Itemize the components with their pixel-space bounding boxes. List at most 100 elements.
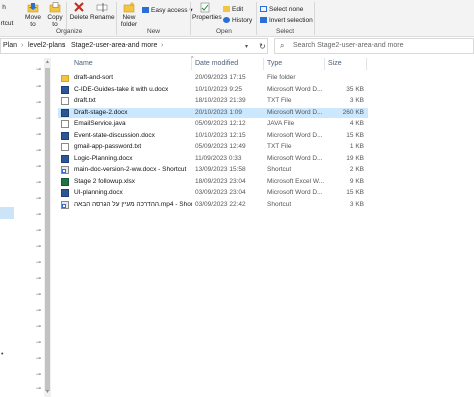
file-type: File folder [267, 74, 296, 81]
pin-icon[interactable]: ⊸ [36, 132, 42, 138]
new-folder-button[interactable]: New folder [118, 2, 140, 28]
pin-icon[interactable]: ⊸ [36, 276, 42, 282]
scrollbar-thumb[interactable] [45, 68, 50, 391]
file-row[interactable]: UI-planning.docx 03/09/2023 23:04 Micros… [58, 188, 368, 199]
chevron-right-icon[interactable]: › [21, 42, 23, 49]
search-icon: ⌕ [280, 41, 285, 50]
select-none-label: Select none [269, 6, 304, 13]
copy-to-label: Copy to [47, 14, 63, 28]
cut-label: h [2, 4, 6, 11]
file-type: JAVA File [267, 120, 295, 127]
invert-selection-label: Invert selection [269, 17, 313, 24]
copy-shortcut-button[interactable]: rtcut [0, 20, 16, 27]
chevron-right-icon[interactable]: › [161, 42, 163, 49]
breadcrumb-plan[interactable]: Plan [3, 42, 17, 49]
file-name: ההדרכה מעיין על הגרסה הבאה.mp4 - Shor... [74, 200, 192, 208]
pin-icon[interactable]: ⊸ [36, 228, 42, 234]
properties-button[interactable]: Properties [192, 2, 222, 21]
pin-icon[interactable]: ⊸ [36, 260, 42, 266]
new-folder-icon [123, 2, 135, 13]
column-divider[interactable] [366, 58, 367, 70]
file-type: Microsoft Excel W... [267, 177, 325, 185]
file-row[interactable]: main-doc-version-2-ww.docx - Shortcut 13… [58, 165, 368, 176]
pin-icon[interactable]: ⊸ [36, 116, 42, 122]
file-row[interactable]: ההדרכה מעיין על הגרסה הבאה.mp4 - Shor...… [58, 200, 368, 211]
file-size: 9 KB [349, 177, 364, 185]
column-header-type[interactable]: Type [267, 60, 282, 67]
file-name: Draft-stage-2.docx [74, 108, 128, 116]
delete-button[interactable]: Delete [68, 2, 90, 21]
pin-icon[interactable]: ⊸ [36, 356, 42, 362]
column-header-date[interactable]: Date modified [195, 60, 238, 67]
pin-icon[interactable]: ⊸ [36, 100, 42, 106]
column-headers: ^ Name Date modified Type Size [51, 56, 474, 70]
column-divider[interactable] [324, 58, 325, 70]
pin-icon[interactable]: ⊸ [36, 148, 42, 154]
breadcrumb-level2-plans[interactable]: level2-plans [28, 42, 65, 49]
address-bar[interactable]: Plan › level2-plans › Stage2-user-area-a… [0, 38, 268, 54]
file-date: 18/10/2023 21:39 [195, 97, 246, 104]
file-type: Microsoft Word D... [267, 154, 323, 162]
cut-button[interactable]: h [0, 4, 8, 11]
column-divider[interactable] [191, 58, 192, 70]
refresh-icon[interactable]: ↻ [259, 42, 266, 51]
text-file-icon [61, 97, 69, 105]
file-row[interactable]: Logic-Planning.docx 11/09/2023 0:33 Micr… [58, 154, 368, 165]
file-date: 13/09/2023 15:58 [195, 166, 246, 173]
file-row[interactable]: gmail-app-password.txt 05/09/2023 12:49 … [58, 142, 368, 153]
pin-icon[interactable]: ⊸ [36, 244, 42, 250]
nav-scrollbar[interactable]: ▲ ▼ [44, 58, 51, 397]
pin-icon[interactable]: ⊸ [36, 308, 42, 314]
invert-selection-button[interactable]: Invert selection [260, 17, 313, 24]
pin-icon[interactable]: ⊸ [36, 164, 42, 170]
file-date: 20/10/2023 1:09 [195, 108, 242, 116]
pin-icon[interactable]: ⊸ [36, 84, 42, 90]
file-row[interactable]: C-IDE-Guides-take it with u.docx 10/10/2… [58, 85, 368, 96]
file-name: draft-and-sort [74, 74, 114, 81]
file-row[interactable]: Event-state-discussion.docx 10/10/2023 1… [58, 131, 368, 142]
pin-icon[interactable]: ⊸ [36, 180, 42, 186]
search-input[interactable]: Search Stage2-user-area-and more [293, 42, 404, 49]
easy-access-button[interactable]: Easy access ▾ [142, 6, 193, 14]
move-to-button[interactable]: Move to [22, 2, 44, 28]
history-button[interactable]: History [223, 17, 252, 24]
rename-button[interactable]: Rename [90, 2, 115, 21]
invert-selection-icon [260, 17, 267, 24]
file-row[interactable]: EmailService.java 05/09/2023 12:12 JAVA … [58, 119, 368, 130]
scroll-down-icon[interactable]: ▼ [45, 389, 50, 395]
edit-button[interactable]: Edit [223, 6, 243, 13]
chevron-right-icon[interactable]: › [63, 42, 65, 49]
column-header-name[interactable]: Name [74, 60, 93, 67]
text-file-icon [61, 143, 69, 151]
scroll-up-icon[interactable]: ▲ [45, 59, 50, 65]
file-row[interactable]: draft.txt 18/10/2023 21:39 TXT File 3 KB [58, 96, 368, 107]
breadcrumb-stage2[interactable]: Stage2-user-area-and more [71, 42, 157, 49]
organize-group-label: Organize [56, 28, 83, 35]
word-document-icon [61, 189, 69, 197]
history-dropdown-icon[interactable]: ▾ [245, 43, 248, 50]
pin-icon[interactable]: ⊸ [36, 372, 42, 378]
pin-icon[interactable]: ⊸ [36, 386, 42, 392]
file-row-selected[interactable]: Draft-stage-2.docx 20/10/2023 1:09 Micro… [58, 107, 368, 118]
nav-bullet-icon: • [1, 351, 4, 358]
pin-icon[interactable]: ⊸ [36, 67, 42, 73]
select-none-button[interactable]: Select none [260, 6, 303, 13]
nav-selected-item[interactable] [0, 207, 14, 219]
file-date: 05/09/2023 12:49 [195, 143, 246, 150]
copy-to-button[interactable]: Copy to [44, 2, 66, 28]
file-type: Microsoft Word D... [267, 108, 323, 116]
pin-icon[interactable]: ⊸ [36, 292, 42, 298]
file-type: Microsoft Word D... [267, 131, 323, 139]
column-divider[interactable] [263, 58, 264, 70]
column-header-size[interactable]: Size [328, 60, 342, 67]
file-type: TXT File [267, 97, 292, 104]
file-size: 35 KB [346, 85, 364, 93]
pin-icon[interactable]: ⊸ [36, 340, 42, 346]
file-row[interactable]: draft-and-sort 20/09/2023 17:15 File fol… [58, 73, 368, 84]
pin-icon[interactable]: ⊸ [36, 196, 42, 202]
pin-icon[interactable]: ⊸ [36, 324, 42, 330]
file-row[interactable]: Stage 2 followup.xlsx 18/09/2023 23:04 M… [58, 177, 368, 188]
pin-icon[interactable]: ⊸ [36, 212, 42, 218]
rename-icon [96, 3, 108, 12]
search-box[interactable]: ⌕ Search Stage2-user-area-and more [274, 38, 474, 54]
